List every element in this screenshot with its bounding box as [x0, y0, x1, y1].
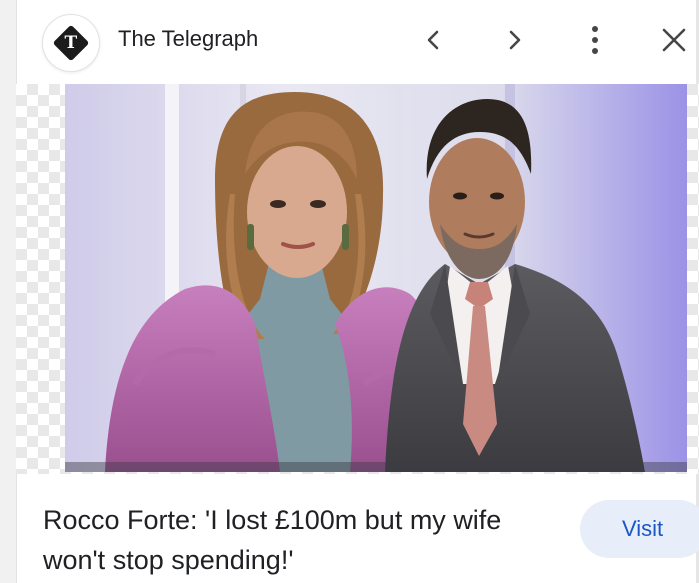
visit-button[interactable]: Visit — [580, 500, 699, 558]
more-options-button[interactable] — [575, 20, 615, 60]
next-button[interactable] — [494, 20, 534, 60]
previous-button[interactable] — [414, 20, 454, 60]
source-name[interactable]: The Telegraph — [118, 26, 258, 52]
telegraph-logo-icon: T — [52, 24, 90, 62]
article-headline[interactable]: Rocco Forte: 'I lost £100m but my wife w… — [43, 500, 563, 580]
more-vertical-icon — [592, 26, 598, 54]
preview-header: T The Telegraph — [16, 0, 699, 82]
chevron-right-icon — [509, 30, 521, 50]
chevron-left-icon — [427, 30, 439, 50]
panel-left-edge — [0, 0, 17, 583]
image-preview-panel: T The Telegraph Rocco Forte: 'I lost £10… — [0, 0, 699, 583]
image-area[interactable] — [16, 84, 699, 474]
source-logo[interactable]: T — [42, 14, 100, 72]
logo-letter: T — [64, 32, 78, 53]
close-icon — [662, 28, 686, 52]
close-button[interactable] — [654, 20, 694, 60]
article-photo[interactable] — [65, 84, 687, 472]
